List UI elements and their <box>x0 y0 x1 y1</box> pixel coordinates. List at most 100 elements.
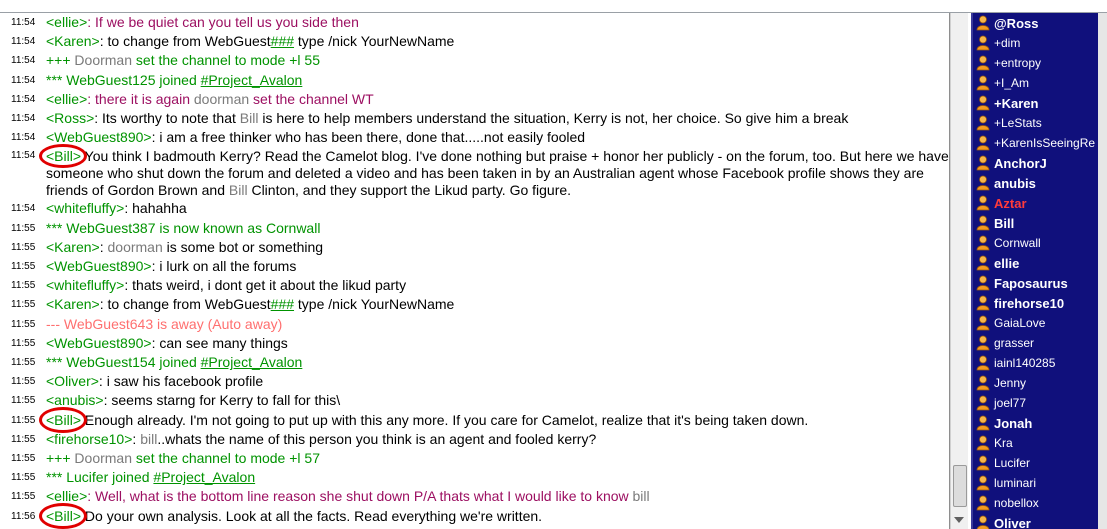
chat-line: 11:54 <ellie>: If we be quiet can you tel… <box>0 13 949 32</box>
nick-name[interactable]: <whitefluffy> <box>46 200 124 216</box>
nick-name[interactable]: <ellie> <box>46 91 87 107</box>
user-list-item[interactable]: grasser <box>973 333 1100 353</box>
highlighted-nick[interactable]: <Bill> <box>38 502 88 529</box>
message-text: <WebGuest890>: can see many things <box>40 334 949 353</box>
user-list-scrollbar[interactable] <box>1098 13 1107 529</box>
message-fragment: set the channel to mode +l 55 <box>132 52 320 69</box>
message-fragment: : i lurk on all the forums <box>151 258 297 275</box>
chat-line: 11:54 <WebGuest890>: i am a free thinker … <box>0 128 949 147</box>
message-fragment: +++ <box>46 52 75 69</box>
message-fragment[interactable]: doorman <box>194 91 249 107</box>
nick-name[interactable]: <Oliver> <box>46 373 99 389</box>
user-icon <box>976 375 990 391</box>
nick-name[interactable]: <Ross> <box>46 110 94 126</box>
timestamp: 11:55 <box>11 376 36 388</box>
user-list-item[interactable]: +LeStats <box>973 113 1100 133</box>
user-list-item[interactable]: anubis <box>973 173 1100 193</box>
message-text: <WebGuest890>: i lurk on all the forums <box>40 257 949 276</box>
timestamp: 11:54 <box>11 93 36 105</box>
user-list-item[interactable]: +dim <box>973 33 1100 53</box>
message-fragment[interactable]: bill <box>633 488 650 504</box>
chat-scrollbar[interactable] <box>950 13 968 529</box>
nick-name[interactable]: <firehorse10> <box>46 431 132 447</box>
timestamp: 11:55 <box>11 453 36 465</box>
nick-name[interactable]: <whitefluffy> <box>46 277 124 293</box>
message-fragment[interactable]: Bill <box>229 182 248 198</box>
highlighted-nick[interactable]: <Bill> <box>38 144 88 169</box>
message-text: <whitefluffy>: thats weird, i dont get i… <box>40 276 949 295</box>
channel-link[interactable]: #Project_Avalon <box>153 469 255 485</box>
highlighted-nick[interactable]: <Bill> <box>38 406 88 434</box>
chat-line: 11:55 <WebGuest890>: i lurk on all the fo… <box>0 257 949 276</box>
user-list-item[interactable]: +Karen <box>973 93 1100 113</box>
user-list-item[interactable]: Jenny <box>973 373 1100 393</box>
user-list-item[interactable]: Lucifer <box>973 453 1100 473</box>
nick-name[interactable]: <ellie> <box>46 14 87 30</box>
user-list-item[interactable]: Jonah <box>973 413 1100 433</box>
message-fragment: : to change from WebGuest <box>99 296 271 313</box>
timestamp: 11:55 <box>11 222 36 234</box>
message-fragment[interactable]: doorman <box>108 239 163 255</box>
scroll-down-arrow-icon[interactable] <box>954 517 964 523</box>
user-icon <box>976 75 990 91</box>
chat-line: 11:54 <ellie>: there it is again doorman … <box>0 90 949 109</box>
chat-line: 11:55 <WebGuest890>: can see many things <box>0 334 949 353</box>
nick-name[interactable]: <WebGuest890> <box>46 129 152 145</box>
user-name: @Ross <box>994 15 1039 31</box>
message-fragment: type /nick YourNewName <box>294 33 455 50</box>
message-fragment[interactable]: Doorman <box>74 450 132 466</box>
channel-link[interactable]: #Project_Avalon <box>201 72 303 88</box>
message-fragment[interactable]: bill <box>140 431 157 447</box>
user-icon <box>976 15 990 31</box>
channel-link[interactable]: ### <box>271 33 294 49</box>
nick-name[interactable]: <Karen> <box>46 239 100 255</box>
channel-link[interactable]: #Project_Avalon <box>201 354 303 370</box>
user-list-item[interactable]: Cornwall <box>973 233 1100 253</box>
user-list-item[interactable]: @Ross <box>973 13 1100 33</box>
message-fragment[interactable]: Doorman <box>74 52 132 68</box>
message-fragment[interactable]: Bill <box>240 110 259 126</box>
chat-line: 11:55 <Oliver>: i saw his facebook profil… <box>0 372 949 391</box>
user-list-item[interactable]: ellie <box>973 253 1100 273</box>
nick-name[interactable]: <ellie> <box>46 488 87 504</box>
user-list-item[interactable]: Faposaurus <box>973 273 1100 293</box>
message-fragment: *** WebGuest154 joined <box>46 354 201 371</box>
timestamp: 11:55 <box>11 472 36 484</box>
user-name: Kra <box>994 436 1013 450</box>
user-list-item[interactable]: luminari <box>973 473 1100 493</box>
user-list-item[interactable]: iainl140285 <box>973 353 1100 373</box>
user-list-item[interactable]: +KarenIsSeeingRe <box>973 133 1100 153</box>
user-list-item[interactable]: AnchorJ <box>973 153 1100 173</box>
user-icon <box>976 415 990 431</box>
nick-name[interactable]: <WebGuest890> <box>46 258 152 274</box>
timestamp: 11:55 <box>11 414 36 426</box>
nick-name[interactable]: <anubis> <box>46 392 104 408</box>
user-list-item[interactable]: Aztar <box>973 193 1100 213</box>
user-list-item[interactable]: joel77 <box>973 393 1100 413</box>
message-fragment: : <box>99 238 108 255</box>
user-icon <box>976 55 990 71</box>
user-icon <box>976 395 990 411</box>
nick-name[interactable]: <Karen> <box>46 33 100 49</box>
user-list-item[interactable]: firehorse10 <box>973 293 1100 313</box>
user-name: Jonah <box>994 415 1033 431</box>
user-list-item[interactable]: +entropy <box>973 53 1100 73</box>
channel-link[interactable]: ### <box>271 296 294 312</box>
user-list-item[interactable]: Kra <box>973 433 1100 453</box>
nick-name[interactable]: <WebGuest890> <box>46 335 152 351</box>
user-list-item[interactable]: Oliver <box>973 513 1100 529</box>
scrollbar-thumb[interactable] <box>953 465 967 507</box>
user-list-item[interactable]: Bill <box>973 213 1100 233</box>
user-icon <box>976 255 990 271</box>
user-icon <box>976 475 990 491</box>
user-list[interactable]: @Ross +dim +entropy +I_Am +Karen +LeStats +Kar… <box>971 13 1100 529</box>
user-list-item[interactable]: +I_Am <box>973 73 1100 93</box>
user-list-item[interactable]: GaiaLove <box>973 313 1100 333</box>
user-list-item[interactable]: nobellox <box>973 493 1100 513</box>
nick-name[interactable]: <Karen> <box>46 296 100 312</box>
message-text: <Bill> You think I badmouth Kerry? Read … <box>38 144 949 199</box>
timestamp: 11:55 <box>11 433 36 445</box>
message-text: <anubis>: seems starng for Kerry to fall… <box>40 391 949 410</box>
timestamp: 11:55 <box>11 299 36 311</box>
chat-log[interactable]: 11:54 <ellie>: If we be quiet can you tel… <box>0 13 950 529</box>
